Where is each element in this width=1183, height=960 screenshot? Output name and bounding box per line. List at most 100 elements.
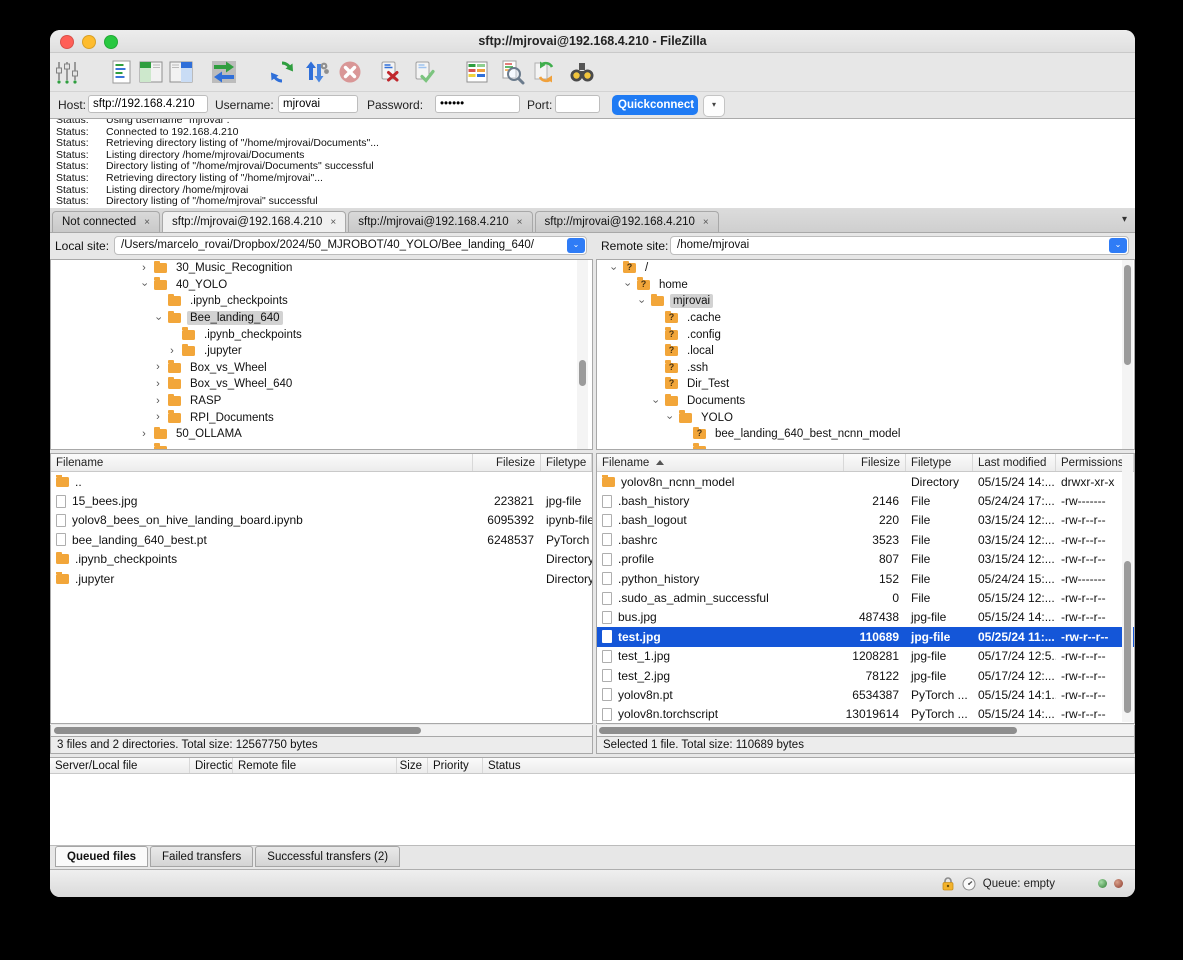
local-column-filesize[interactable]: Filesize <box>473 454 541 471</box>
disconnect-button[interactable] <box>375 58 403 86</box>
remote-list-scrollbar[interactable] <box>1122 455 1133 722</box>
tree-item[interactable]: ›mjrovai <box>597 293 1134 310</box>
file-row[interactable]: .. <box>51 472 592 491</box>
tab-close-icon[interactable]: × <box>703 217 709 228</box>
collapse-arrow-icon[interactable]: › <box>153 312 164 324</box>
remote-column-modified[interactable]: Last modified <box>973 454 1056 471</box>
queue-column-priority[interactable]: Priority <box>428 758 483 773</box>
queue-tab[interactable]: Failed transfers <box>150 846 253 867</box>
file-row[interactable]: yolov8n_ncnn_modelDirectory05/15/24 14:.… <box>597 472 1134 491</box>
tree-item[interactable]: ›40_YOLO <box>51 277 592 294</box>
collapse-arrow-icon[interactable]: › <box>664 412 675 424</box>
remote-column-filesize[interactable]: Filesize <box>844 454 906 471</box>
connection-tab[interactable]: sftp://mjrovai@192.168.4.210× <box>348 211 532 232</box>
tree-item[interactable]: ›50_OLLAMA <box>51 426 592 443</box>
file-row[interactable]: bee_landing_640_best.pt6248537PyTorch <box>51 530 592 549</box>
password-input[interactable] <box>435 95 520 113</box>
queue-column-server-local-file[interactable]: Server/Local file <box>50 758 190 773</box>
local-site-dropdown-button[interactable]: ⌄ <box>567 238 585 253</box>
expand-arrow-icon[interactable]: › <box>152 412 164 423</box>
tree-item[interactable]: ›YOLO <box>597 409 1134 426</box>
transfer-queue-body[interactable] <box>50 774 1135 846</box>
local-column-filetype[interactable]: Filetype <box>541 454 592 471</box>
tree-item[interactable]: bee_landing_640_best_ncnn_model <box>597 426 1134 443</box>
tab-close-icon[interactable]: × <box>330 217 336 228</box>
tree-item[interactable]: .cache <box>597 310 1134 327</box>
file-row[interactable]: bus.jpg487438jpg-file05/15/24 14:...-rw-… <box>597 608 1134 627</box>
file-row[interactable]: test_1.jpg1208281jpg-file05/17/24 12:5..… <box>597 647 1134 666</box>
expand-arrow-icon[interactable]: › <box>138 263 150 274</box>
tab-close-icon[interactable]: × <box>144 217 150 228</box>
collapse-arrow-icon[interactable]: › <box>608 262 619 274</box>
connection-tab[interactable]: sftp://mjrovai@192.168.4.210× <box>535 211 719 232</box>
tree-item[interactable]: ›Box_vs_Wheel_640 <box>51 376 592 393</box>
refresh-button[interactable] <box>268 58 296 86</box>
close-window-button[interactable] <box>60 35 74 49</box>
collapse-arrow-icon[interactable]: › <box>650 395 661 407</box>
file-row[interactable]: .bash_history2146File05/24/24 17:...-rw-… <box>597 491 1134 510</box>
remote-site-dropdown-button[interactable]: ⌄ <box>1109 238 1127 253</box>
transfer-queue-toggle-button[interactable] <box>210 58 238 86</box>
tab-close-icon[interactable]: × <box>517 217 523 228</box>
expand-arrow-icon[interactable]: › <box>166 346 178 357</box>
file-row[interactable]: yolov8n.pt6534387PyTorch ...05/15/24 14:… <box>597 685 1134 704</box>
tree-item[interactable]: .ipynb_checkpoints <box>51 326 592 343</box>
file-row[interactable]: test_2.jpg78122jpg-file05/17/24 12:...-r… <box>597 666 1134 685</box>
expand-arrow-icon[interactable]: › <box>138 429 150 440</box>
local-tree-scrollbar[interactable] <box>577 260 588 449</box>
file-search-button[interactable] <box>498 58 526 86</box>
tree-item[interactable]: ›RPI_Documents <box>51 409 592 426</box>
local-file-list[interactable]: Filename Filesize Filetype ..15_bees.jpg… <box>50 453 593 724</box>
file-row[interactable]: 15_bees.jpg223821jpg-file <box>51 491 592 510</box>
process-queue-button[interactable] <box>302 58 330 86</box>
find-files-button[interactable] <box>568 58 596 86</box>
cancel-button[interactable] <box>336 58 364 86</box>
tree-item[interactable]: ›Documents <box>597 393 1134 410</box>
connection-tab[interactable]: sftp://mjrovai@192.168.4.210× <box>162 211 346 232</box>
local-column-filename[interactable]: Filename <box>51 454 473 471</box>
lock-icon[interactable] <box>941 876 955 891</box>
tree-item[interactable]: ›RASP <box>51 393 592 410</box>
remote-tree-toggle-button[interactable] <box>167 58 195 86</box>
tree-item[interactable]: ›Bee_landing_640 <box>51 310 592 327</box>
tree-item[interactable]: ›.jupyter <box>51 343 592 360</box>
tree-item[interactable]: ›/ <box>597 260 1134 277</box>
file-row[interactable]: .jupyterDirectory <box>51 569 592 588</box>
file-row[interactable]: .profile807File03/15/24 12:...-rw-r--r-- <box>597 550 1134 569</box>
tree-item[interactable]: .ipynb_checkpoints <box>51 293 592 310</box>
remote-site-combo[interactable]: /home/mjrovai ⌄ <box>670 236 1129 255</box>
message-log[interactable]: Status:Using username "mjrovai".Status:C… <box>50 118 1135 210</box>
expand-arrow-icon[interactable]: › <box>152 379 164 390</box>
file-row[interactable]: test.jpg110689jpg-file05/25/24 11:...-rw… <box>597 627 1134 646</box>
local-list-hscrollbar[interactable] <box>50 725 593 736</box>
queue-tab[interactable]: Queued files <box>55 846 148 867</box>
username-input[interactable] <box>278 95 358 113</box>
collapse-arrow-icon[interactable]: › <box>139 279 150 291</box>
file-row[interactable]: .ipynb_checkpointsDirectory <box>51 550 592 569</box>
tree-item[interactable]: .ssh <box>597 360 1134 377</box>
connection-tab[interactable]: Not connected× <box>52 211 160 232</box>
site-manager-button[interactable] <box>53 58 81 86</box>
synchronized-browsing-button[interactable] <box>531 58 559 86</box>
tree-item[interactable]: .local <box>597 343 1134 360</box>
remote-directory-tree[interactable]: ›/›home›mjrovai.cache.config.local.sshDi… <box>596 259 1135 450</box>
file-row[interactable]: .bash_logout220File03/15/24 12:...-rw-r-… <box>597 511 1134 530</box>
remote-tree-scrollbar[interactable] <box>1122 260 1133 449</box>
tree-item[interactable]: ›Box_vs_Wheel <box>51 360 592 377</box>
collapse-arrow-icon[interactable]: › <box>636 295 647 307</box>
local-site-combo[interactable]: /Users/marcelo_rovai/Dropbox/2024/50_MJR… <box>114 236 587 255</box>
queue-column-remote-file[interactable]: Remote file <box>233 758 397 773</box>
host-input[interactable] <box>88 95 208 113</box>
tree-item[interactable] <box>597 443 1134 450</box>
tree-item[interactable]: .config <box>597 326 1134 343</box>
queue-column-size[interactable]: Size <box>397 758 428 773</box>
file-row[interactable]: yolov8_bees_on_hive_landing_board.ipynb6… <box>51 511 592 530</box>
title-bar[interactable]: sftp://mjrovai@192.168.4.210 - FileZilla <box>50 30 1135 53</box>
file-row[interactable]: .python_history152File05/24/24 15:...-rw… <box>597 569 1134 588</box>
directory-comparison-button[interactable] <box>463 58 491 86</box>
tree-item[interactable]: ›home <box>597 277 1134 294</box>
zoom-window-button[interactable] <box>104 35 118 49</box>
queue-tab[interactable]: Successful transfers (2) <box>255 846 400 867</box>
tree-item[interactable]: ›30_Music_Recognition <box>51 260 592 277</box>
reconnect-button[interactable] <box>409 58 437 86</box>
